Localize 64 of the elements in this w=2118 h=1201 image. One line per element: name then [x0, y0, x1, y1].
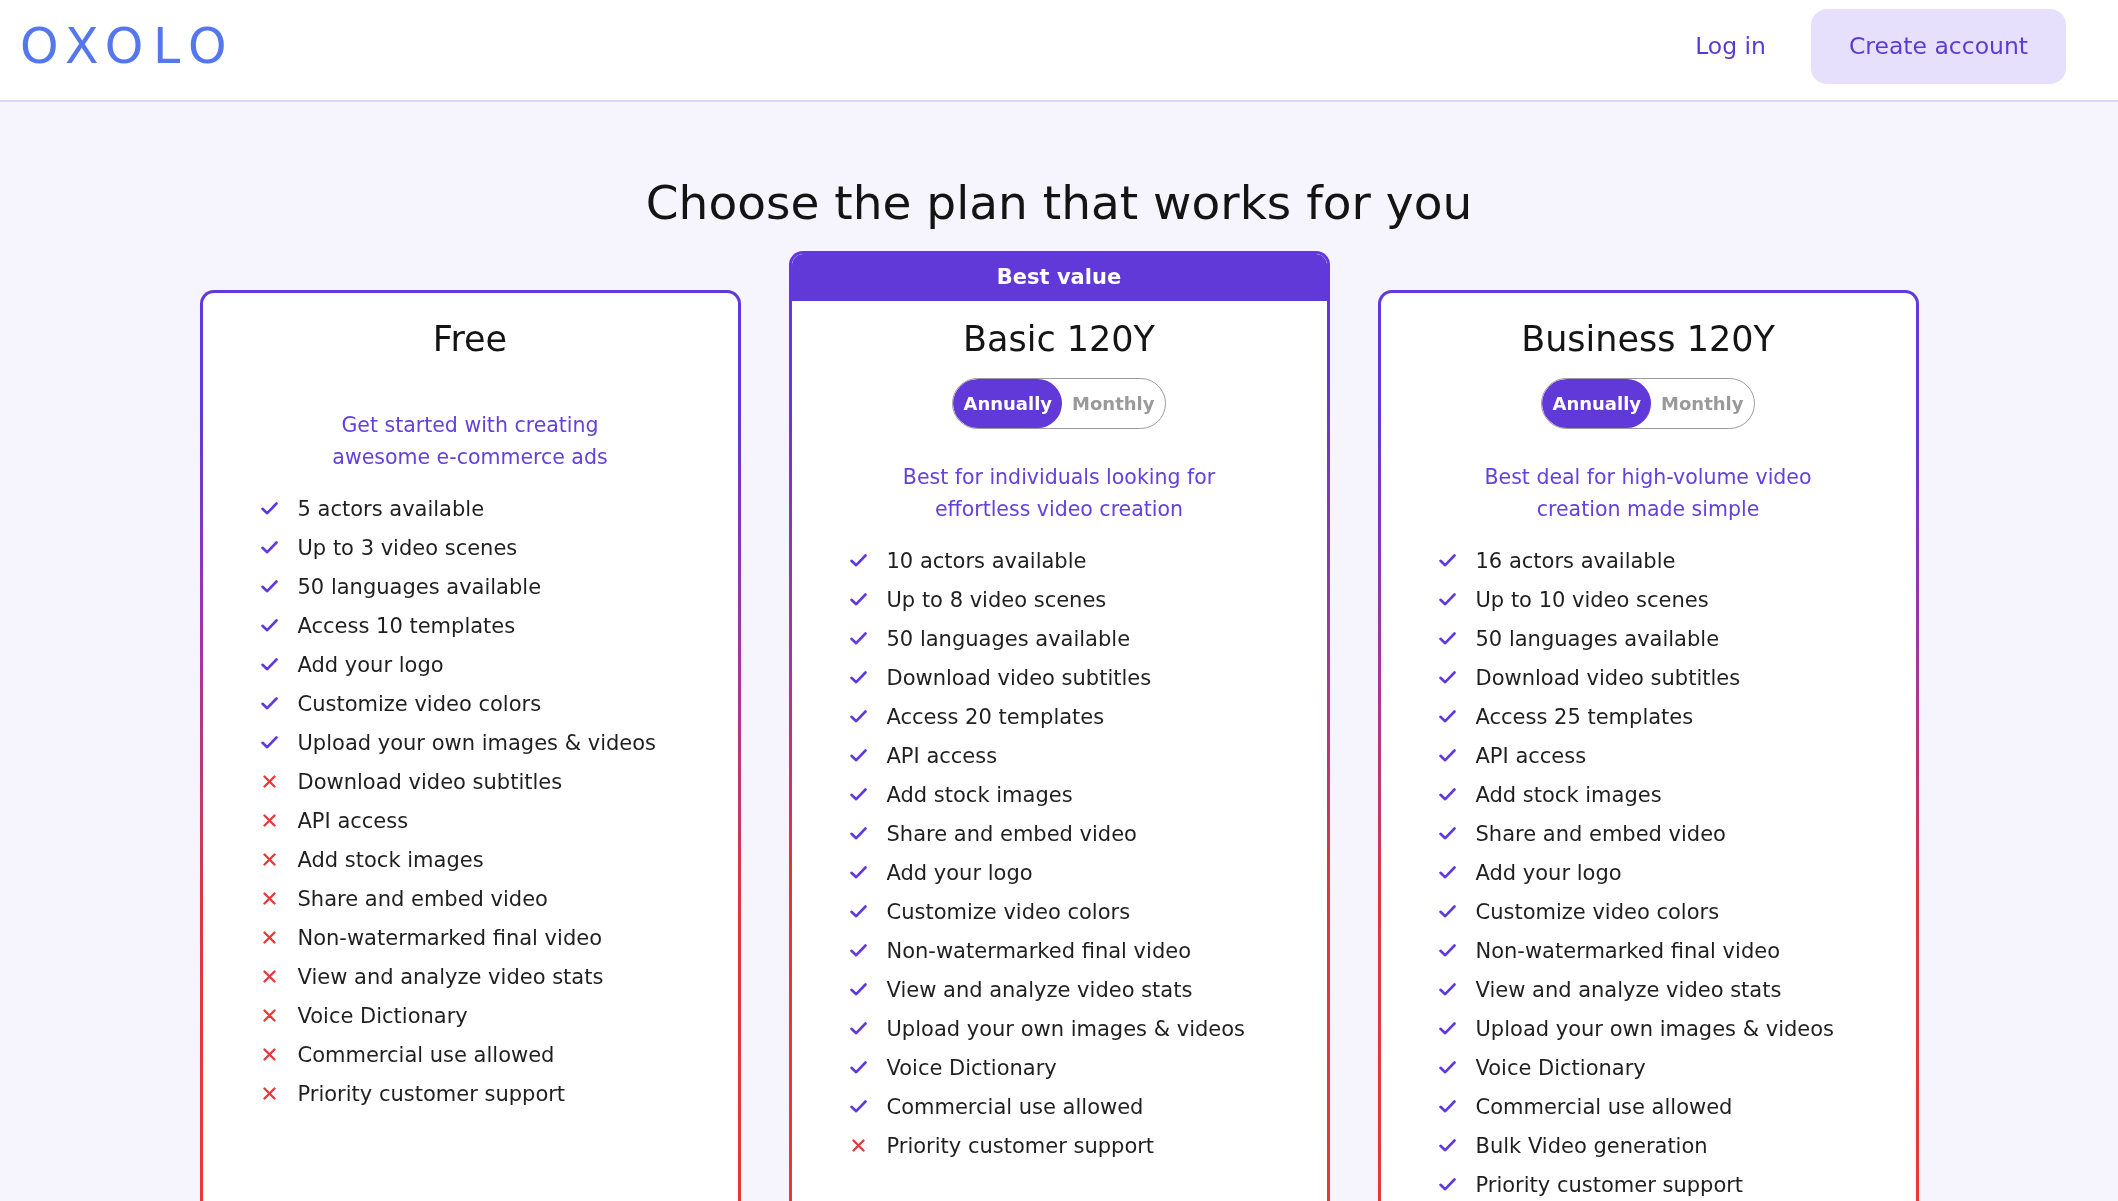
- feature-text: Add stock images: [1475, 782, 1662, 807]
- feature-text: Up to 10 video scenes: [1475, 587, 1709, 612]
- plan-title: Business 120Y: [1521, 318, 1775, 361]
- feature-text: Share and embed video: [297, 886, 548, 911]
- feature-text: Upload your own images & videos: [1475, 1016, 1835, 1041]
- highlight-banner: Best value: [791, 254, 1327, 301]
- feature-text: Access 25 templates: [1475, 704, 1694, 729]
- billing-option[interactable]: Monthly: [1651, 379, 1754, 428]
- feature-text: Download video subtitles: [297, 769, 563, 794]
- feature-text: API access: [886, 743, 998, 768]
- feature-text: View and analyze video stats: [297, 964, 604, 989]
- feature-text: Add your logo: [1475, 860, 1622, 885]
- feature-text: View and analyze video stats: [1475, 977, 1782, 1002]
- login-link[interactable]: Log in: [1695, 32, 1766, 60]
- feature-text: Priority customer support: [886, 1133, 1155, 1158]
- feature-text: 50 languages available: [1475, 626, 1720, 651]
- feature-text: Add your logo: [297, 652, 444, 677]
- feature-text: Up to 8 video scenes: [886, 587, 1107, 612]
- feature-text: API access: [297, 808, 409, 833]
- feature-text: Upload your own images & videos: [297, 730, 657, 755]
- plan-title: Free: [432, 318, 508, 361]
- plan-description: Best deal for high-volume video creation made simple: [1483, 464, 1813, 523]
- feature-text: Customize video colors: [1475, 899, 1720, 924]
- feature-text: Commercial use allowed: [886, 1094, 1144, 1119]
- feature-text: Voice Dictionary: [297, 1003, 468, 1028]
- plan-description: Get started with creating awesome e-commerce ads: [331, 412, 609, 471]
- feature-text: Commercial use allowed: [1475, 1094, 1733, 1119]
- create-account-button[interactable]: Create account: [1811, 8, 2066, 84]
- plan-description: Best for individuals looking for effortless video creation: [901, 464, 1217, 523]
- billing-option[interactable]: Annually: [1542, 379, 1652, 428]
- feature-text: Voice Dictionary: [1475, 1055, 1646, 1080]
- feature-text: 16 actors available: [1475, 548, 1676, 573]
- feature-text: 50 languages available: [297, 574, 542, 599]
- feature-text: 50 languages available: [886, 626, 1131, 651]
- feature-text: Download video subtitles: [1475, 665, 1741, 690]
- feature-text: Share and embed video: [886, 821, 1137, 846]
- feature-text: Voice Dictionary: [886, 1055, 1057, 1080]
- feature-text: Share and embed video: [1475, 821, 1726, 846]
- feature-text: Customize video colors: [297, 691, 542, 716]
- logo[interactable]: OXOLO: [20, 21, 237, 71]
- billing-option[interactable]: Annually: [953, 379, 1063, 428]
- feature-text: Add your logo: [886, 860, 1033, 885]
- feature-text: Bulk Video generation: [1475, 1133, 1708, 1158]
- feature-text: 10 actors available: [886, 548, 1087, 573]
- feature-text: Non-watermarked final video: [1475, 938, 1780, 963]
- feature-text: View and analyze video stats: [886, 977, 1193, 1002]
- feature-text: 5 actors available: [297, 496, 485, 521]
- feature-text: Non-watermarked final video: [297, 925, 602, 950]
- feature-text: Add stock images: [297, 847, 484, 872]
- feature-text: Download video subtitles: [886, 665, 1152, 690]
- feature-text: Access 20 templates: [886, 704, 1105, 729]
- feature-text: Non-watermarked final video: [886, 938, 1191, 963]
- feature-text: Priority customer support: [297, 1081, 566, 1106]
- feature-text: Add stock images: [886, 782, 1073, 807]
- billing-option[interactable]: Monthly: [1062, 379, 1165, 428]
- feature-text: API access: [1475, 743, 1587, 768]
- feature-text: Up to 3 video scenes: [297, 535, 518, 560]
- feature-text: Customize video colors: [886, 899, 1131, 924]
- feature-text: Upload your own images & videos: [886, 1016, 1246, 1041]
- feature-text: Commercial use allowed: [297, 1042, 555, 1067]
- feature-text: Access 10 templates: [297, 613, 516, 638]
- feature-text: Priority customer support: [1475, 1172, 1744, 1197]
- page-title: Choose the plan that works for you: [645, 175, 1473, 231]
- plan-title: Basic 120Y: [963, 318, 1155, 361]
